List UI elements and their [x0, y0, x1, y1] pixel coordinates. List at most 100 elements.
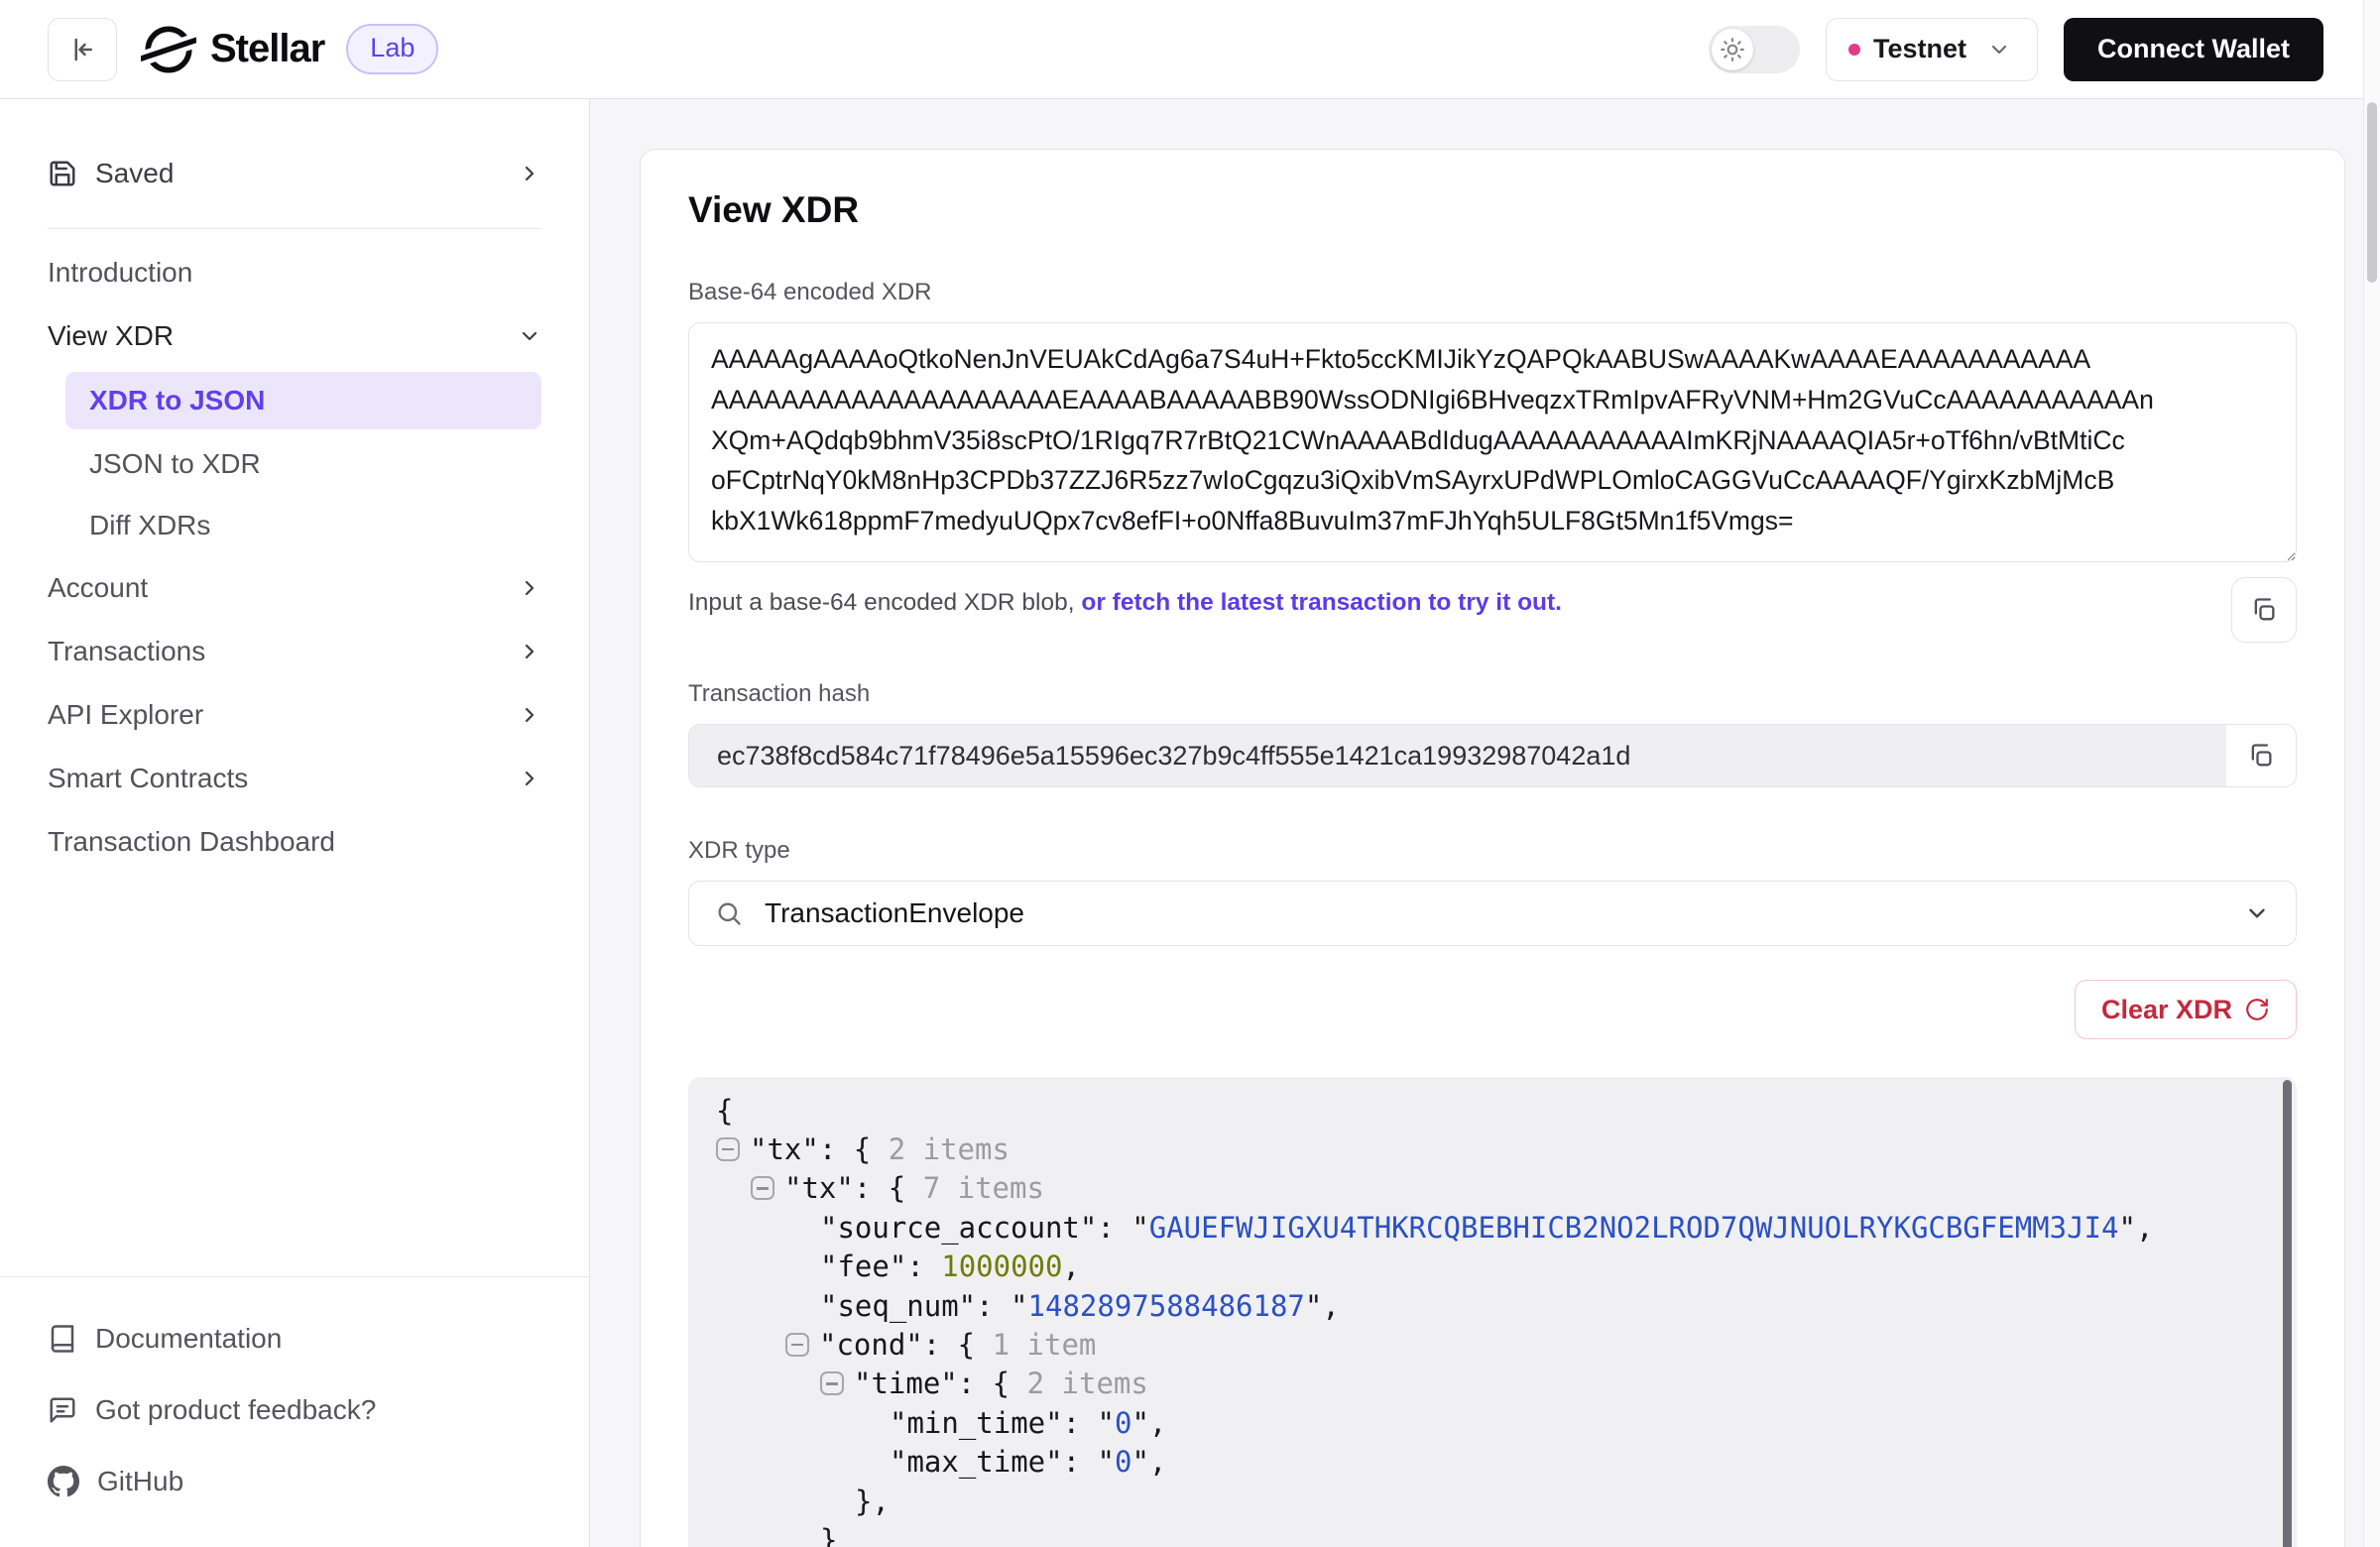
- network-select[interactable]: Testnet: [1826, 18, 2038, 81]
- refresh-icon: [2244, 997, 2270, 1022]
- hint-plain-text: Input a base-64 encoded XDR blob,: [688, 589, 1081, 616]
- sidebar-item-transactions[interactable]: Transactions: [48, 620, 541, 683]
- json-line-text: "fee": 1000000,: [820, 1250, 1080, 1283]
- xdr-hint: Input a base-64 encoded XDR blob, or fet…: [688, 589, 1562, 617]
- sidebar-item-label: Saved: [95, 158, 174, 189]
- chevron-down-icon: [1987, 38, 2011, 61]
- sidebar-item-json-to-xdr[interactable]: JSON to XDR: [48, 433, 541, 495]
- collapse-toggle-icon[interactable]: [820, 1371, 844, 1395]
- sidebar-item-view-xdr[interactable]: View XDR: [48, 304, 541, 368]
- page-scrollbar[interactable]: [2363, 0, 2380, 1547]
- sidebar-item-label: API Explorer: [48, 699, 203, 731]
- stellar-logo-icon: [141, 22, 196, 77]
- copy-icon: [2250, 596, 2278, 624]
- json-viewer-scrollbar[interactable]: [2283, 1080, 2292, 1547]
- copy-icon: [2247, 742, 2275, 770]
- sidebar-item-transaction-dashboard[interactable]: Transaction Dashboard: [48, 810, 541, 874]
- json-line: "time": { 2 items: [688, 1365, 2297, 1403]
- json-line: {: [688, 1091, 2297, 1130]
- connect-wallet-button[interactable]: Connect Wallet: [2064, 18, 2323, 81]
- sidebar-item-label: XDR to JSON: [89, 385, 265, 416]
- json-line-text: "time": { 2 items: [854, 1367, 1148, 1400]
- sidebar-item-label: JSON to XDR: [89, 448, 261, 480]
- sidebar-item-label: Diff XDRs: [89, 510, 210, 541]
- chevron-right-icon: [518, 640, 541, 663]
- chevron-down-icon: [518, 324, 541, 348]
- save-icon: [48, 159, 77, 188]
- sidebar-item-github[interactable]: GitHub: [48, 1446, 541, 1517]
- sidebar-item-documentation[interactable]: Documentation: [48, 1303, 541, 1374]
- sidebar-item-label: Introduction: [48, 257, 192, 289]
- json-line-text: "seq_num": "1482897588486187",: [820, 1289, 1340, 1323]
- sidebar-item-label: Transactions: [48, 636, 205, 667]
- sidebar-item-account[interactable]: Account: [48, 556, 541, 620]
- json-line: "fee": 1000000,: [688, 1248, 2297, 1286]
- sidebar-item-label: Documentation: [95, 1323, 282, 1355]
- sidebar-footer: Documentation Got product feedback? GitH…: [0, 1276, 589, 1547]
- json-line: "max_time": "0",: [688, 1443, 2297, 1482]
- page-title: View XDR: [688, 189, 2297, 231]
- fetch-latest-transaction-link[interactable]: or fetch the latest transaction to try i…: [1081, 589, 1562, 616]
- xdr-input[interactable]: [688, 322, 2297, 562]
- book-icon: [48, 1324, 77, 1354]
- sidebar-divider: [48, 228, 541, 229]
- search-icon: [715, 899, 743, 927]
- sidebar-item-saved[interactable]: Saved: [48, 145, 541, 202]
- light-mode-sun-icon: [1712, 29, 1753, 70]
- json-line-text: "source_account": "GAUEFWJIGXU4THKRCQBEB…: [820, 1211, 2153, 1245]
- transaction-hash-value[interactable]: [689, 725, 2226, 786]
- sidebar: Saved Introduction View XDR XDR to JSON …: [0, 99, 590, 1547]
- xdr-type-label: XDR type: [688, 837, 2297, 865]
- chevron-right-icon: [518, 576, 541, 600]
- json-line-text: "min_time": "0",: [890, 1406, 1166, 1440]
- sidebar-item-smart-contracts[interactable]: Smart Contracts: [48, 747, 541, 810]
- sidebar-item-label: View XDR: [48, 320, 174, 352]
- json-line: "source_account": "GAUEFWJIGXU4THKRCQBEB…: [688, 1208, 2297, 1247]
- json-viewer-content: {"tx": { 2 items"tx": { 7 items"source_a…: [688, 1091, 2297, 1547]
- brand[interactable]: Stellar Lab: [141, 22, 438, 77]
- json-line: }: [688, 1520, 2297, 1547]
- json-line-text: {: [716, 1094, 733, 1128]
- json-line-text: "cond": { 1 item: [819, 1328, 1096, 1362]
- sidebar-item-introduction[interactable]: Introduction: [48, 241, 541, 304]
- sidebar-item-xdr-to-json[interactable]: XDR to JSON: [65, 372, 541, 429]
- sidebar-item-feedback[interactable]: Got product feedback?: [48, 1374, 541, 1446]
- chevron-right-icon: [518, 162, 541, 185]
- xdr-type-select[interactable]: TransactionEnvelope: [688, 881, 2297, 946]
- sidebar-item-label: GitHub: [97, 1466, 183, 1497]
- collapse-sidebar-button[interactable]: [48, 18, 117, 81]
- network-label: Testnet: [1873, 34, 1966, 64]
- app-header: Stellar Lab Testnet Connect Wallet: [0, 0, 2380, 99]
- theme-toggle[interactable]: [1709, 26, 1800, 73]
- feedback-message-icon: [48, 1395, 77, 1425]
- chevron-right-icon: [518, 767, 541, 790]
- sidebar-item-api-explorer[interactable]: API Explorer: [48, 683, 541, 747]
- json-line: "tx": { 2 items: [688, 1130, 2297, 1168]
- clear-xdr-label: Clear XDR: [2101, 995, 2232, 1025]
- main-content: View XDR Base-64 encoded XDR Input a bas…: [590, 99, 2380, 1547]
- github-icon: [48, 1466, 79, 1497]
- json-line-text: "tx": { 2 items: [750, 1132, 1010, 1166]
- sidebar-item-label: Smart Contracts: [48, 763, 248, 794]
- brand-name: Stellar: [210, 27, 324, 71]
- json-line: "min_time": "0",: [688, 1403, 2297, 1442]
- json-line: },: [688, 1482, 2297, 1520]
- sidebar-item-diff-xdrs[interactable]: Diff XDRs: [48, 495, 541, 556]
- copy-hash-button[interactable]: [2226, 725, 2296, 786]
- json-line-text: "max_time": "0",: [890, 1445, 1166, 1479]
- sidebar-item-label: Account: [48, 572, 148, 604]
- sidebar-item-label: Transaction Dashboard: [48, 826, 335, 858]
- collapse-toggle-icon[interactable]: [785, 1333, 809, 1357]
- view-xdr-card: View XDR Base-64 encoded XDR Input a bas…: [640, 149, 2345, 1547]
- chevron-right-icon: [518, 703, 541, 727]
- collapse-toggle-icon[interactable]: [716, 1137, 740, 1161]
- panel-collapse-icon: [67, 35, 97, 64]
- json-line-text: },: [855, 1485, 890, 1518]
- clear-xdr-button[interactable]: Clear XDR: [2075, 980, 2297, 1039]
- transaction-hash-field: [688, 724, 2297, 787]
- json-line: "cond": { 1 item: [688, 1325, 2297, 1364]
- lab-badge: Lab: [346, 24, 438, 74]
- copy-xdr-button[interactable]: [2231, 577, 2297, 643]
- collapse-toggle-icon[interactable]: [751, 1176, 774, 1200]
- page-scrollbar-thumb[interactable]: [2367, 102, 2377, 283]
